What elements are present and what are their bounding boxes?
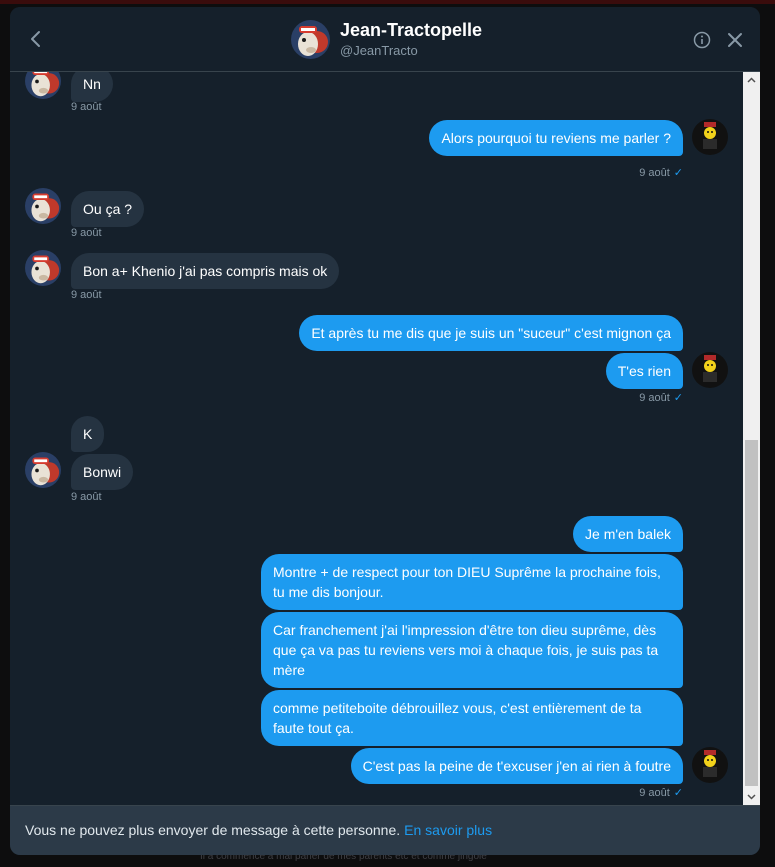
message-timestamp: 9 août ✓ bbox=[639, 167, 683, 179]
message-timestamp: 9 août ✓ bbox=[639, 787, 683, 799]
outgoing-message[interactable]: C'est pas la peine de t'excuser j'en ai … bbox=[350, 748, 683, 784]
outgoing-message[interactable]: Car franchement j'ai l'impression d'être… bbox=[261, 612, 683, 688]
message-timestamp: 9 août bbox=[71, 227, 102, 239]
blocked-notice-text: Vous ne pouvez plus envoyer de message à… bbox=[25, 822, 401, 838]
outgoing-message[interactable]: Je m'en balek bbox=[573, 516, 683, 552]
check-icon: ✓ bbox=[673, 392, 683, 404]
scroll-down-arrow[interactable] bbox=[743, 788, 760, 805]
outgoing-message[interactable]: T'es rien bbox=[605, 353, 683, 389]
incoming-message[interactable]: Bonwi bbox=[71, 454, 134, 490]
contact-avatar-image bbox=[25, 72, 61, 99]
close-icon bbox=[728, 33, 742, 47]
contact-avatar-image bbox=[25, 250, 61, 286]
own-avatar[interactable] bbox=[692, 119, 728, 155]
learn-more-link[interactable]: En savoir plus bbox=[404, 822, 492, 838]
incoming-message[interactable]: Bon a+ Khenio j'ai pas compris mais ok bbox=[71, 253, 340, 289]
chevron-left-icon bbox=[31, 31, 40, 47]
message-list[interactable]: Nn 9 août Alors pourquoi tu reviens me p… bbox=[10, 72, 743, 805]
incoming-message[interactable]: Ou ça ? bbox=[71, 191, 145, 227]
own-avatar[interactable] bbox=[692, 747, 728, 783]
scroll-up-icon bbox=[747, 77, 756, 83]
contact-avatar-image bbox=[291, 20, 330, 59]
outgoing-message[interactable]: comme petiteboite débrouillez vous, c'es… bbox=[261, 690, 683, 746]
message-timestamp: 9 août ✓ bbox=[639, 392, 683, 404]
blocked-notice: Vous ne pouvez plus envoyer de message à… bbox=[25, 822, 492, 838]
info-button[interactable] bbox=[693, 31, 711, 49]
message-timestamp: 9 août bbox=[71, 289, 102, 301]
contact-avatar[interactable] bbox=[291, 20, 330, 59]
background-top-strip bbox=[0, 0, 775, 4]
contact-message-avatar[interactable] bbox=[25, 250, 61, 286]
contact-avatar-image bbox=[25, 188, 61, 224]
dm-conversation-modal: Jean-Tractopelle @JeanTracto Nn 9 août A… bbox=[10, 7, 760, 855]
scroll-up-arrow[interactable] bbox=[743, 72, 760, 89]
message-timestamp: 9 août bbox=[71, 101, 102, 113]
contact-name: Jean-Tractopelle bbox=[340, 20, 483, 40]
outgoing-message[interactable]: Et après tu me dis que je suis un "suceu… bbox=[299, 315, 683, 351]
message-timestamp: 9 août bbox=[71, 491, 102, 503]
outgoing-message[interactable]: Montre + de respect pour ton DIEU Suprêm… bbox=[261, 554, 683, 610]
conversation-header: Jean-Tractopelle @JeanTracto bbox=[10, 7, 760, 72]
outgoing-message[interactable]: Alors pourquoi tu reviens me parler ? bbox=[429, 120, 683, 156]
contact-message-avatar[interactable] bbox=[25, 188, 61, 224]
info-icon bbox=[693, 31, 711, 49]
scrollbar[interactable] bbox=[743, 72, 760, 805]
check-icon: ✓ bbox=[673, 167, 683, 179]
own-avatar-image bbox=[692, 119, 728, 155]
check-icon: ✓ bbox=[673, 787, 683, 799]
contact-handle: @JeanTracto bbox=[340, 43, 418, 58]
own-avatar[interactable] bbox=[692, 352, 728, 388]
incoming-message[interactable]: Nn bbox=[71, 72, 113, 102]
contact-message-avatar[interactable] bbox=[25, 72, 61, 99]
scroll-down-icon bbox=[747, 794, 756, 800]
conversation-footer: Vous ne pouvez plus envoyer de message à… bbox=[10, 805, 760, 855]
incoming-message[interactable]: K bbox=[71, 416, 105, 452]
own-avatar-image bbox=[692, 352, 728, 388]
scrollbar-thumb[interactable] bbox=[745, 440, 758, 786]
contact-avatar-image bbox=[25, 452, 61, 488]
back-button[interactable] bbox=[24, 27, 48, 51]
own-avatar-image bbox=[692, 747, 728, 783]
close-button[interactable] bbox=[726, 31, 744, 49]
contact-message-avatar[interactable] bbox=[25, 452, 61, 488]
